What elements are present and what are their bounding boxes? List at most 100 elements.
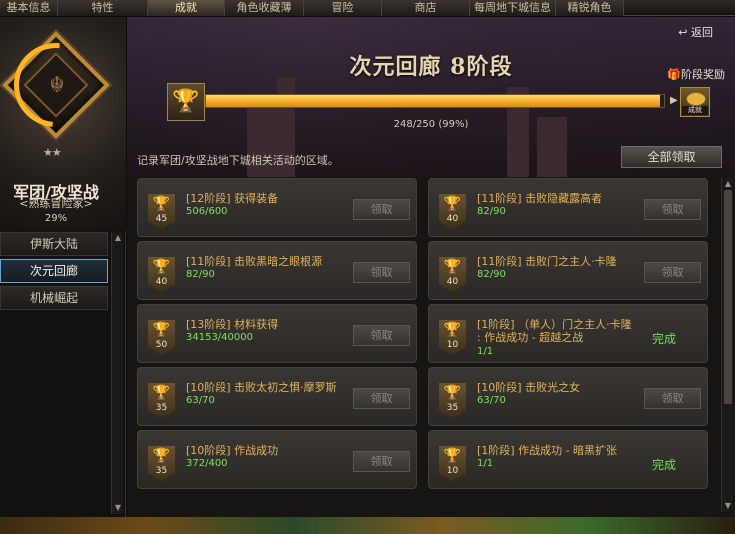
trophy-badge: 🏆 45 bbox=[148, 194, 175, 229]
category-percent: 29% bbox=[44, 213, 68, 224]
claim-button[interactable]: 领取 bbox=[644, 199, 701, 220]
scroll-down-icon[interactable]: ▼ bbox=[113, 503, 123, 513]
trophy-icon: 🏆 bbox=[443, 259, 462, 275]
nav-item-1[interactable]: 次元回廊 bbox=[0, 259, 108, 283]
tab-4[interactable]: 冒险 bbox=[304, 0, 382, 16]
back-label: 返回 bbox=[691, 26, 713, 39]
area-description: 记录军团/攻坚战地下城相关活动的区域。 bbox=[137, 154, 339, 167]
trophy-badge: 🏆 35 bbox=[148, 383, 175, 418]
trophy-icon: 🏆 bbox=[152, 259, 171, 275]
main-scrollbar[interactable]: ▲ ▼ bbox=[721, 178, 733, 512]
trophy-icon: 🏆 bbox=[152, 196, 171, 212]
left-panel: ☬ ★★ 军团/攻坚战 <熟练冒险家> 29% 伊斯大陆 次元回廊 机械崛起 ▲ ▼ bbox=[0, 17, 126, 517]
trophy-badge: 🏆 40 bbox=[439, 194, 466, 229]
scroll-up-icon[interactable]: ▲ bbox=[723, 179, 733, 189]
return-icon: ↩ bbox=[678, 26, 688, 39]
trophy-icon: 🏆 bbox=[443, 196, 462, 212]
scroll-thumb[interactable] bbox=[724, 190, 732, 404]
points: 10 bbox=[446, 340, 459, 350]
progress-text: 248/250 (99%) bbox=[393, 119, 469, 130]
achievement-progress: 506/600 bbox=[186, 206, 228, 217]
arrow-right-icon: ▶ bbox=[670, 95, 678, 106]
background-art bbox=[0, 517, 735, 534]
stage-reward-text: 阶段奖励 bbox=[681, 68, 725, 81]
achievement-title: [10阶段] 击败光之女 bbox=[477, 381, 581, 394]
nav-item-2[interactable]: 机械崛起 bbox=[0, 286, 108, 310]
trophy-icon: 🏆 bbox=[443, 322, 462, 338]
progress-fill bbox=[206, 95, 661, 107]
points: 35 bbox=[155, 403, 168, 413]
achievement-title: [13阶段] 材料获得 bbox=[186, 318, 279, 331]
achievement-title: [11阶段] 击败隐藏露高者 bbox=[477, 192, 603, 205]
top-tab-bar: 基本信息 特性 成就 角色收藏薄 冒险 商店 每周地下城信息 精锐角色 bbox=[0, 0, 735, 16]
points: 35 bbox=[446, 403, 459, 413]
achievement-card: 🏆 45 [12阶段] 获得装备 506/600 领取 bbox=[137, 178, 417, 237]
trophy-badge: 🏆 40 bbox=[148, 257, 175, 292]
achievement-card: 🏆 40 [11阶段] 击败黑暗之眼根源 82/90 领取 bbox=[137, 241, 417, 300]
tab-7[interactable]: 精锐角色 bbox=[556, 0, 624, 16]
claim-button[interactable]: 领取 bbox=[644, 262, 701, 283]
achievement-title: [1阶段] 作战成功 - 暗黑扩张 bbox=[477, 444, 618, 457]
back-button[interactable]: ↩ 返回 bbox=[678, 24, 713, 40]
achievement-card: 🏆 35 [10阶段] 作战成功 372/400 领取 bbox=[137, 430, 417, 489]
tab-0[interactable]: 基本信息 bbox=[0, 0, 58, 16]
claim-button[interactable]: 领取 bbox=[353, 451, 410, 472]
reward-tag: 成就 bbox=[682, 106, 708, 115]
trophy-icon: 🏆 bbox=[152, 385, 171, 401]
category-rank: <熟练冒险家> bbox=[19, 197, 93, 210]
claim-button[interactable]: 领取 bbox=[644, 388, 701, 409]
achievement-progress: 34153/40000 bbox=[186, 332, 253, 343]
achievement-card: 🏆 35 [10阶段] 击败太初之惧·摩罗斯 63/70 领取 bbox=[137, 367, 417, 426]
tab-6[interactable]: 每周地下城信息 bbox=[470, 0, 556, 16]
left-scrollbar[interactable]: ▲ ▼ bbox=[111, 232, 123, 514]
rank-stars-icon: ★★ bbox=[43, 146, 62, 159]
achievement-title: [11阶段] 击败黑暗之眼根源 bbox=[186, 255, 323, 268]
achievement-card: 🏆 35 [10阶段] 击败光之女 63/70 领取 bbox=[428, 367, 708, 426]
points: 45 bbox=[155, 214, 168, 224]
gift-icon: 🎁 bbox=[667, 68, 681, 81]
trophy-icon: 🏆 bbox=[152, 448, 171, 464]
stage-reward-label[interactable]: 🎁阶段奖励 bbox=[667, 66, 725, 82]
trophy-badge: 🏆 bbox=[167, 83, 205, 121]
tab-5[interactable]: 商店 bbox=[382, 0, 470, 16]
trophy-badge: 🏆 10 bbox=[439, 446, 466, 481]
achievement-card: 🏆 10 [1阶段] （单人）门之主人·卡隆 : 作战成功 - 超越之战 1/1 完成 bbox=[428, 304, 708, 363]
achievement-progress: 1/1 bbox=[477, 346, 494, 357]
claim-all-button[interactable]: 全部领取 bbox=[621, 146, 722, 168]
achievement-progress: 1/1 bbox=[477, 458, 494, 469]
achievement-card: 🏆 40 [11阶段] 击败门之主人·卡隆 82/90 领取 bbox=[428, 241, 708, 300]
completed-label: 完成 bbox=[652, 332, 677, 346]
achievement-progress: 63/70 bbox=[477, 395, 506, 406]
trophy-icon: 🏆 bbox=[172, 89, 200, 114]
achievement-card: 🏆 50 [13阶段] 材料获得 34153/40000 领取 bbox=[137, 304, 417, 363]
achievement-card: 🏆 40 [11阶段] 击败隐藏露高者 82/90 领取 bbox=[428, 178, 708, 237]
achievement-title: [12阶段] 获得装备 bbox=[186, 192, 279, 205]
tab-1[interactable]: 特性 bbox=[58, 0, 148, 16]
tab-3[interactable]: 角色收藏薄 bbox=[225, 0, 304, 16]
stage-banner: ↩ 返回 次元回廊 8阶段 🎁阶段奖励 🏆 ▶ 成就 248/250 (99%)… bbox=[127, 17, 735, 177]
trophy-icon: 🏆 bbox=[152, 322, 171, 338]
scroll-up-icon[interactable]: ▲ bbox=[113, 233, 123, 243]
trophy-badge: 🏆 10 bbox=[439, 320, 466, 355]
claim-button[interactable]: 领取 bbox=[353, 325, 410, 346]
claim-button[interactable]: 领取 bbox=[353, 262, 410, 283]
completed-label: 完成 bbox=[652, 458, 677, 472]
points: 40 bbox=[446, 277, 459, 287]
coin-icon bbox=[686, 92, 706, 106]
scroll-down-icon[interactable]: ▼ bbox=[723, 501, 733, 511]
stage-reward-chest-icon[interactable]: 成就 bbox=[680, 87, 710, 117]
achievement-progress: 63/70 bbox=[186, 395, 215, 406]
trophy-icon: 🏆 bbox=[443, 448, 462, 464]
tab-2[interactable]: 成就 bbox=[148, 0, 225, 16]
achievement-title: [10阶段] 作战成功 bbox=[186, 444, 279, 457]
points: 40 bbox=[446, 214, 459, 224]
claim-button[interactable]: 领取 bbox=[353, 199, 410, 220]
achievement-progress: 82/90 bbox=[186, 269, 215, 280]
achievement-card: 🏆 10 [1阶段] 作战成功 - 暗黑扩张 1/1 完成 bbox=[428, 430, 708, 489]
claim-button[interactable]: 领取 bbox=[353, 388, 410, 409]
nav-item-0[interactable]: 伊斯大陆 bbox=[0, 232, 108, 256]
points: 10 bbox=[446, 466, 459, 476]
achievement-title: [11阶段] 击败门之主人·卡隆 bbox=[477, 255, 617, 268]
trophy-badge: 🏆 40 bbox=[439, 257, 466, 292]
points: 40 bbox=[155, 277, 168, 287]
